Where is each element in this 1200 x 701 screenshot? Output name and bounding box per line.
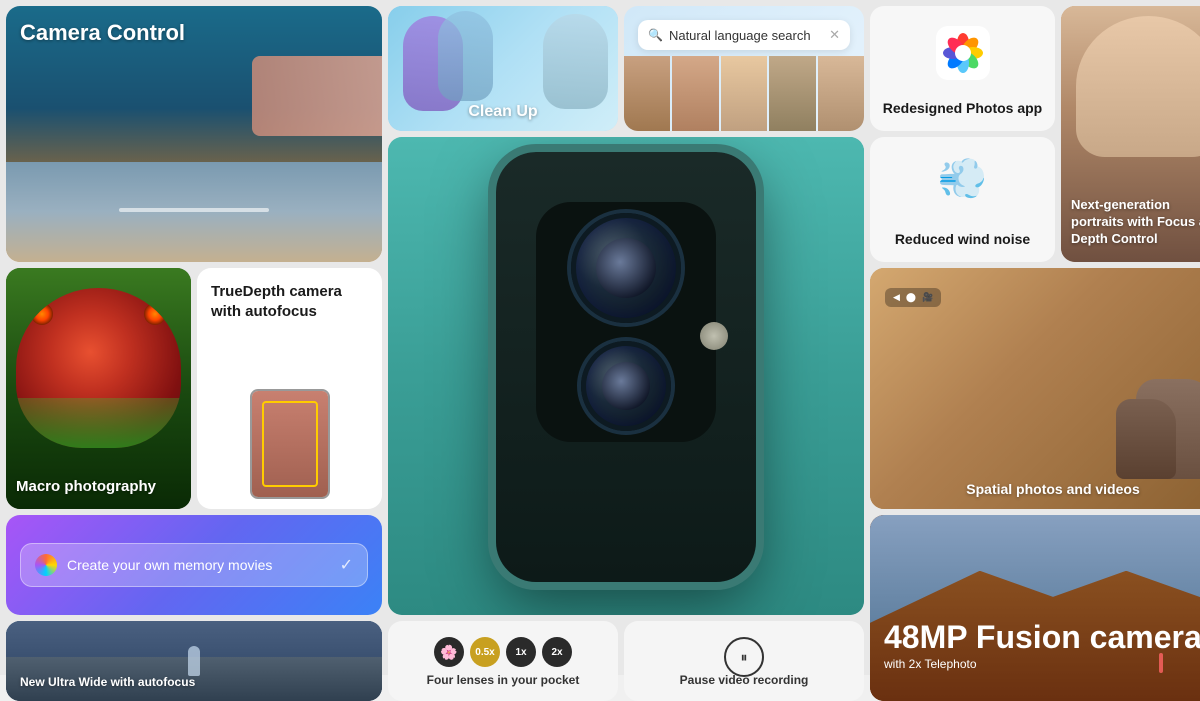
clear-button: ✕ xyxy=(829,27,840,43)
photos-app-icon xyxy=(936,26,990,80)
lens-flower: 🌸 xyxy=(434,637,464,667)
pause-button-icon: ⏸ xyxy=(724,637,764,677)
tile-memory: Create your own memory movies ✓ xyxy=(6,515,382,615)
tile-four-lenses: 🌸 0.5x 1x 2x Four lenses in your pocket xyxy=(388,621,618,701)
camera-control-bg xyxy=(6,162,382,262)
lens-2x: 2x xyxy=(542,637,572,667)
tile-camera-control: Camera Control xyxy=(6,6,382,262)
feature-grid: Camera Control Clean Up 🔍 Natural langua… xyxy=(0,0,1200,675)
lens-icons: 🌸 0.5x 1x 2x xyxy=(388,637,618,667)
lens-0-5x: 0.5x xyxy=(470,637,500,667)
tile-pause-video: ⏸ Pause video recording xyxy=(624,621,864,701)
fusion-main-text: 48MP Fusion camera xyxy=(884,620,1200,655)
people-thumbnails xyxy=(624,56,864,131)
truedepth-title: TrueDepth camera with autofocus xyxy=(211,282,368,321)
check-icon: ✓ xyxy=(340,555,353,575)
photos-app-label: Redesigned Photos app xyxy=(870,99,1055,117)
camera-control-title: Camera Control xyxy=(20,20,185,46)
clean-up-label: Clean Up xyxy=(388,103,618,121)
macro-label: Macro photography xyxy=(16,478,156,495)
tile-portraits: Next-generation portraits with Focus and… xyxy=(1061,6,1200,262)
tile-clean-up: Clean Up xyxy=(388,6,618,131)
truedepth-phone xyxy=(250,389,330,499)
search-text: Natural language search xyxy=(669,28,823,43)
tile-ultrawide: New Ultra Wide with autofocus xyxy=(6,621,382,701)
person-2 xyxy=(672,56,718,131)
tile-photos-app: Redesigned Photos app xyxy=(870,6,1055,131)
four-lenses-label: Four lenses in your pocket xyxy=(388,673,618,687)
memory-input-bar: Create your own memory movies ✓ xyxy=(20,543,368,587)
person-4 xyxy=(769,56,815,131)
person-5 xyxy=(818,56,864,131)
tile-wind-noise: 💨 Reduced wind noise xyxy=(870,137,1055,262)
tile-main-camera xyxy=(388,137,864,615)
memory-input-text: Create your own memory movies xyxy=(67,557,330,573)
fusion-sub-text: with 2x Telephoto xyxy=(884,657,1200,671)
tile-spatial: ◀ ⬤ 🎥 Spatial photos and videos xyxy=(870,268,1200,509)
fusion-label: 48MP Fusion camera with 2x Telephoto xyxy=(884,620,1200,671)
finger-image xyxy=(252,56,382,136)
person-1 xyxy=(624,56,670,131)
portraits-label: Next-generation portraits with Focus and… xyxy=(1071,197,1200,248)
face-detection-box xyxy=(262,401,318,487)
ultrawide-label: New Ultra Wide with autofocus xyxy=(20,675,195,689)
person-3 xyxy=(721,56,767,131)
tile-fusion: 48MP Fusion camera with 2x Telephoto xyxy=(870,515,1200,701)
wind-noise-label: Reduced wind noise xyxy=(870,230,1055,248)
spatial-label: Spatial photos and videos xyxy=(870,481,1200,497)
search-icon: 🔍 xyxy=(648,28,663,42)
lens-1x: 1x xyxy=(506,637,536,667)
tile-truedepth: TrueDepth camera with autofocus xyxy=(197,268,382,509)
wind-icon: 💨 xyxy=(938,155,988,202)
slider-bar xyxy=(119,208,269,212)
pause-video-label: Pause video recording xyxy=(624,673,864,687)
siri-icon xyxy=(35,554,57,576)
tile-macro: Macro photography xyxy=(6,268,191,509)
search-bar: 🔍 Natural language search ✕ xyxy=(638,20,850,50)
tile-natural-language: 🔍 Natural language search ✕ xyxy=(624,6,864,131)
